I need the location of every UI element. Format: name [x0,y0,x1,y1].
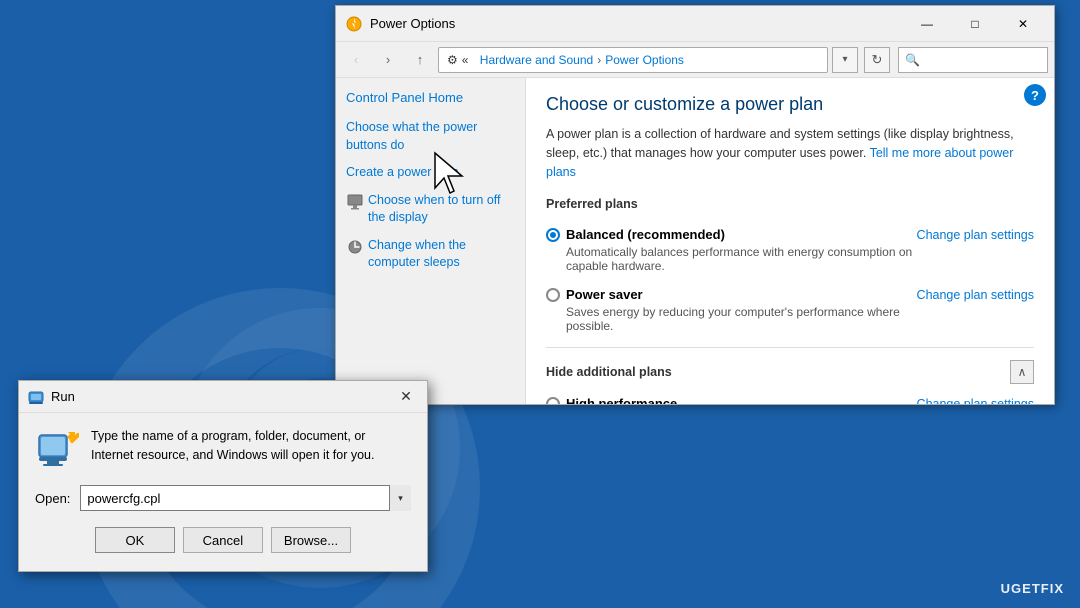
breadcrumb-arrow: › [597,53,601,67]
plan-balanced-desc: Automatically balances performance with … [566,245,917,273]
run-dialog-titlebar: Run ✕ [19,381,427,413]
plan-power-saver-radio[interactable] [546,288,560,302]
run-big-icon [35,427,79,471]
breadcrumb-part1 [472,53,475,67]
help-button[interactable]: ? [1024,84,1046,106]
plans-divider [546,347,1034,348]
power-window-titlebar: Power Options — □ ✕ [336,6,1054,42]
window-control-buttons: — □ ✕ [904,9,1046,39]
watermark: UGETFIX [1001,581,1064,596]
preferred-plans-label: Preferred plans [546,197,1034,215]
search-box[interactable]: 🔍 [898,47,1048,73]
content-panel: Choose or customize a power plan A power… [526,78,1054,404]
display-icon [346,193,364,211]
sleep-icon [346,238,364,256]
sidebar-home-link[interactable]: Control Panel Home [346,90,515,105]
sidebar: Control Panel Home Choose what the power… [336,78,526,404]
sidebar-link-sleep-wrapper: Change when the computer sleeps [346,237,515,272]
run-cancel-button[interactable]: Cancel [183,527,263,553]
refresh-button[interactable]: ↻ [864,47,890,73]
sidebar-link-sleep[interactable]: Change when the computer sleeps [368,237,515,272]
run-ok-button[interactable]: OK [95,527,175,553]
hide-plans-label: Hide additional plans [546,365,672,379]
plan-power-saver-left: Power saver Saves energy by reducing you… [546,287,917,333]
run-close-button[interactable]: ✕ [393,385,419,409]
plan-high-perf-radio-row: High performance [546,396,819,404]
breadcrumb-hardware[interactable]: Hardware and Sound [480,53,593,67]
plan-balanced-radio-row: Balanced (recommended) [546,227,917,242]
run-dialog-buttons: OK Cancel Browse... [35,527,411,557]
plan-balanced-radio[interactable] [546,228,560,242]
close-button[interactable]: ✕ [1000,9,1046,39]
back-button[interactable]: ‹ [342,47,370,73]
plan-balanced-left: Balanced (recommended) Automatically bal… [546,227,917,273]
run-browse-button[interactable]: Browse... [271,527,351,553]
plan-high-perf-change-link[interactable]: Change plan settings [917,397,1034,404]
main-content: Control Panel Home Choose what the power… [336,78,1054,404]
power-window-title: Power Options [370,16,904,31]
sidebar-link-display-wrapper: Choose when to turn off the display [346,192,515,227]
run-dialog-title: Run [51,389,393,404]
hide-plans-row: Hide additional plans ∧ [546,360,1034,384]
run-input-wrapper: ▾ [80,485,411,511]
plan-power-saver-desc: Saves energy by reducing your computer's… [566,305,917,333]
plan-high-perf-left: High performance Favors performance, but… [546,396,819,404]
address-dropdown[interactable]: ▾ [832,47,858,73]
plan-high-performance: High performance Favors performance, but… [546,396,1034,404]
address-path[interactable]: ⚙ « Hardware and Sound › Power Options [438,47,828,73]
run-top-row: Type the name of a program, folder, docu… [35,427,411,471]
content-title: Choose or customize a power plan [546,94,1034,115]
run-dialog: Run ✕ Type the name of a program, folder… [18,380,428,572]
content-description: A power plan is a collection of hardware… [546,125,1034,181]
plan-high-perf-name: High performance [566,396,677,404]
plan-balanced-change-link[interactable]: Change plan settings [917,228,1034,242]
run-input-field[interactable] [80,485,411,511]
forward-button[interactable]: › [374,47,402,73]
minimize-button[interactable]: — [904,9,950,39]
plan-balanced: Balanced (recommended) Automatically bal… [546,227,1034,273]
plan-power-saver-change-link[interactable]: Change plan settings [917,288,1034,302]
search-icon: 🔍 [905,53,920,67]
run-dialog-body: Type the name of a program, folder, docu… [19,413,427,571]
collapse-button[interactable]: ∧ [1010,360,1034,384]
run-dropdown-arrow[interactable]: ▾ [389,485,411,511]
up-button[interactable]: ↑ [406,47,434,73]
plan-power-saver-name: Power saver [566,287,643,302]
plan-balanced-name: Balanced (recommended) [566,227,725,242]
power-options-window: Power Options — □ ✕ ‹ › ↑ ⚙ « Hardware a… [335,5,1055,405]
sidebar-link-display[interactable]: Choose when to turn off the display [368,192,515,227]
sidebar-link-power-buttons[interactable]: Choose what the power buttons do [346,119,515,154]
run-open-row: Open: ▾ [35,485,411,511]
sidebar-link-create-plan[interactable]: Create a power plan [346,164,515,182]
breadcrumb-separator: « [462,53,469,67]
breadcrumb-icon: ⚙ [447,53,458,67]
maximize-button[interactable]: □ [952,9,998,39]
plan-power-saver: Power saver Saves energy by reducing you… [546,287,1034,333]
plan-high-perf-radio[interactable] [546,397,560,404]
plan-power-saver-radio-row: Power saver [546,287,917,302]
run-dialog-description: Type the name of a program, folder, docu… [91,427,411,465]
power-window-icon [344,14,364,34]
breadcrumb-power[interactable]: Power Options [605,53,684,67]
address-bar: ‹ › ↑ ⚙ « Hardware and Sound › Power Opt… [336,42,1054,78]
run-open-label: Open: [35,491,70,506]
run-icon [27,388,45,406]
